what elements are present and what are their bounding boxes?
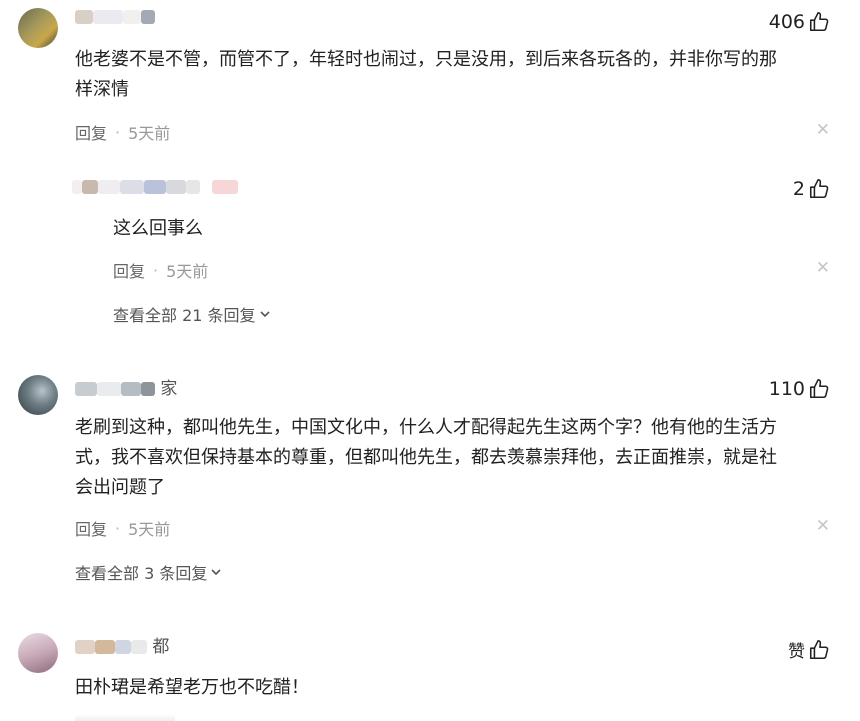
like-count: 406 bbox=[768, 11, 805, 33]
chevron-down-icon bbox=[259, 311, 270, 318]
comment-text: 他老婆不是不管，而管不了，年轻时也闹过，只是没用，到后来各玩各的，并非你写的那 … bbox=[75, 45, 777, 105]
username[interactable]: 都 bbox=[75, 636, 169, 658]
comment-text-line: 会出问题了 bbox=[75, 477, 165, 498]
comment-text: 老刷到这种，都叫他先生，中国文化中，什么人才配得起先生这两个字？他有他的生活方 … bbox=[75, 413, 777, 503]
reply-button[interactable]: 回复 bbox=[75, 516, 107, 540]
like-button[interactable]: 2 bbox=[793, 178, 830, 200]
avatar[interactable] bbox=[18, 8, 58, 48]
view-all-label: 查看全部 3 条回复 bbox=[75, 564, 208, 583]
thumbs-up-icon bbox=[809, 639, 829, 659]
username[interactable] bbox=[75, 6, 155, 28]
like-count: 赞 bbox=[788, 642, 805, 662]
timestamp: 5天前 bbox=[128, 124, 171, 143]
like-count: 2 bbox=[792, 178, 805, 200]
comment-text-line: 老刷到这种，都叫他先生，中国文化中，什么人才配得起先生这两个字？他有他的生活方 bbox=[75, 417, 777, 438]
view-all-replies-button[interactable]: 查看全部 21 条回复 bbox=[113, 302, 271, 326]
reply-button[interactable]: 回复 bbox=[75, 120, 107, 144]
comment-text: 田朴珺是希望老万也不吃醋！ bbox=[75, 673, 309, 703]
timestamp: 5天前 bbox=[128, 520, 171, 539]
reply-username[interactable] bbox=[72, 176, 238, 198]
like-button[interactable]: 110 bbox=[769, 378, 830, 400]
reply-text: 这么回事么 bbox=[113, 218, 203, 239]
comment-text-line: 式，我不喜欢但保持基本的尊重，但都叫他先生，都去羡慕崇拜他，去正面推崇，就是社 bbox=[75, 447, 777, 468]
close-icon[interactable]: ✕ bbox=[816, 258, 830, 278]
comment-meta: 回复 · 5天前 bbox=[75, 120, 170, 144]
like-button[interactable]: 406 bbox=[769, 11, 830, 33]
view-all-label: 查看全部 21 条回复 bbox=[113, 306, 256, 325]
timestamp: 5天前 bbox=[166, 262, 209, 281]
thumbs-up-icon bbox=[809, 12, 829, 32]
cut-off-meta bbox=[75, 714, 195, 721]
comment-meta: 回复 · 5天前 bbox=[75, 516, 170, 540]
view-all-replies-button[interactable]: 查看全部 3 条回复 bbox=[75, 560, 222, 584]
chevron-down-icon bbox=[211, 569, 221, 576]
close-icon[interactable]: ✕ bbox=[816, 120, 830, 140]
separator-dot: · bbox=[153, 260, 159, 280]
reply-button[interactable]: 回复 bbox=[113, 258, 145, 282]
thumbs-up-icon bbox=[809, 379, 829, 399]
separator-dot: · bbox=[115, 122, 121, 142]
like-count: 110 bbox=[768, 378, 805, 400]
avatar[interactable] bbox=[18, 633, 58, 673]
comment-text-line: 他老婆不是不管，而管不了，年轻时也闹过，只是没用，到后来各玩各的，并非你写的那 bbox=[75, 49, 777, 70]
close-icon[interactable]: ✕ bbox=[816, 516, 830, 536]
comment-text-line: 田朴珺是希望老万也不吃醋！ bbox=[75, 677, 309, 698]
like-button[interactable]: 赞 bbox=[788, 637, 830, 662]
comment-text-line: 样深情 bbox=[75, 79, 129, 100]
separator-dot: · bbox=[115, 518, 121, 538]
username[interactable]: 家 bbox=[75, 378, 177, 400]
avatar[interactable] bbox=[18, 375, 58, 415]
thumbs-up-icon bbox=[809, 179, 829, 199]
reply-meta: 回复 · 5天前 bbox=[113, 258, 208, 282]
